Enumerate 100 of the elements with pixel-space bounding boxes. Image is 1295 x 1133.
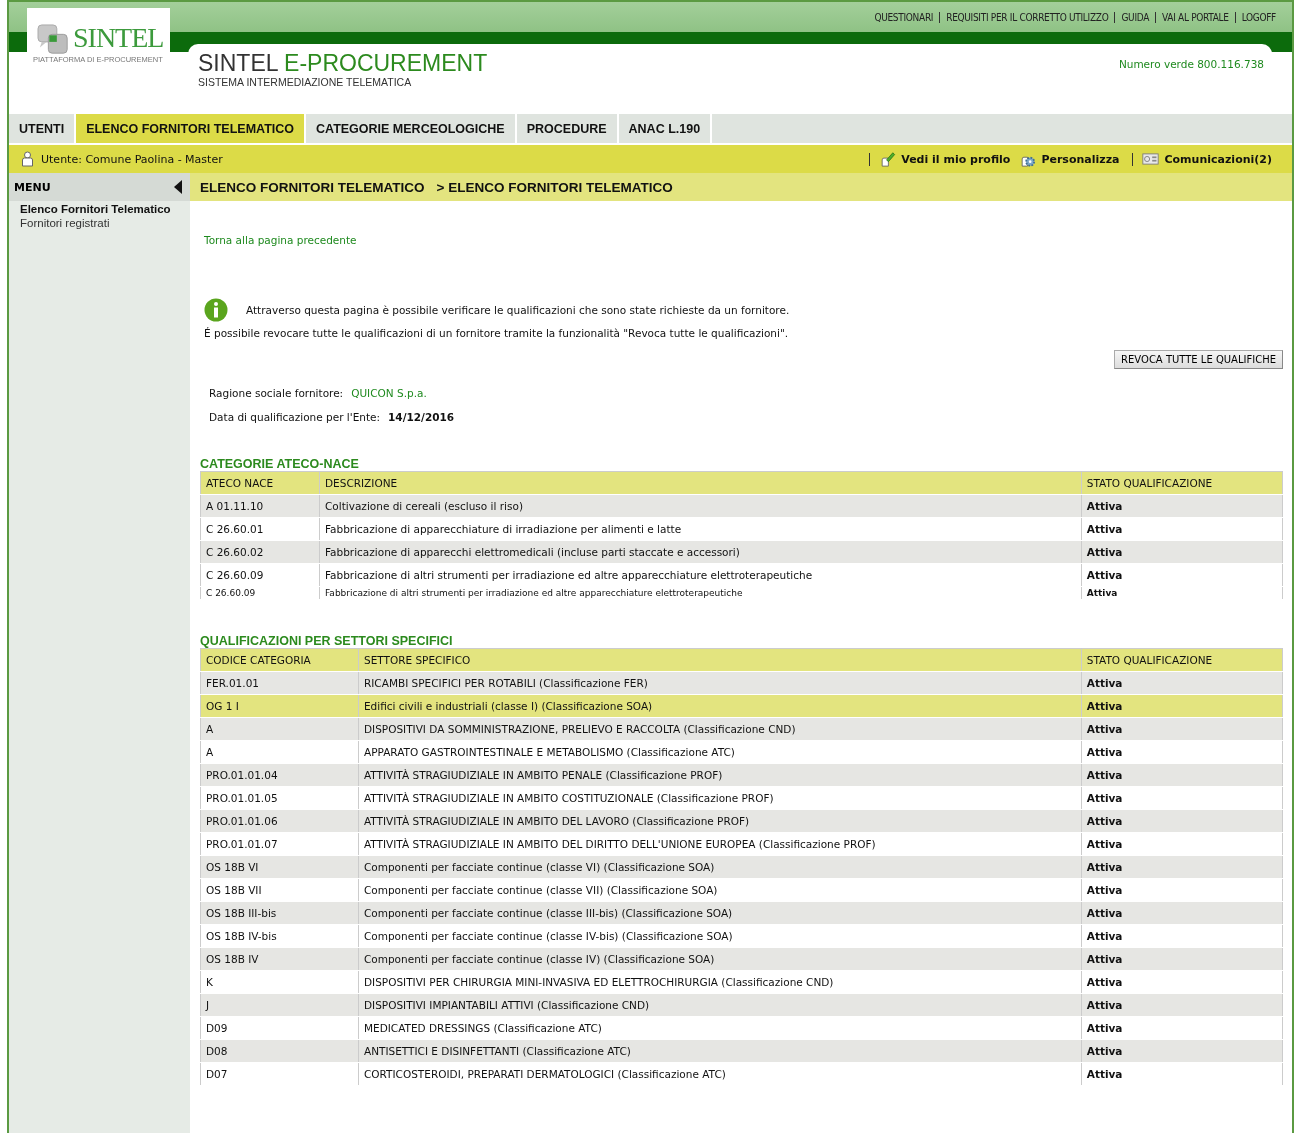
table-row[interactable]: J DISPOSITIVI IMPIANTABILI ATTIVI (Classificazione CND) Attiva	[200, 993, 1283, 1017]
top-link[interactable]: LOGOFF	[1241, 11, 1276, 23]
table-cell: Fabbricazione di altri strumenti per irradiazione ed altre apparecchiature elettroterapeutiche	[319, 563, 1082, 587]
table-cell: Componenti per facciate continue (classe IV) (Classificazione SOA)	[358, 947, 1082, 971]
section-title: QUALIFICAZIONI PER SETTORI SPECIFICI	[200, 634, 454, 648]
table-row[interactable]: PRO.01.01.07 ATTIVITÀ STRAGIUDIZIALE IN AMBITO DEL DIRITTO DELL'UNIONE EUROPEA (Classificazione PROF) Attiva	[200, 832, 1283, 856]
table-cell: C 26.60.02	[200, 540, 320, 564]
table-row[interactable]: OS 18B III-bis Componenti per facciate continue (classe III-bis) (Classificazione SOA) Attiva	[200, 901, 1283, 925]
info-text: Attraverso questa pagina è possibile verificare le qualificazioni che sono state richieste da un fornitore.	[246, 304, 790, 316]
table-cell: CORTICOSTEROIDI, PREPARATI DERMATOLOGICI (Classificazione ATC)	[358, 1062, 1082, 1086]
table-row[interactable]: OS 18B VI Componenti per facciate continue (classe VI) (Classificazione SOA) Attiva	[200, 855, 1283, 879]
revoke-button[interactable]: REVOCA TUTTE LE QUALIFICHE	[1114, 350, 1283, 369]
supplier-name: QUICON S.p.a.	[351, 387, 427, 399]
table-cell: Attiva	[1081, 517, 1283, 541]
table-cell: DISPOSITIVI PER CHIRURGIA MINI-INVASIVA ED ELETTROCHIRURGIA (Classificazione CND)	[358, 970, 1082, 994]
clipped-row-text: C 26.60.09	[206, 587, 257, 599]
table-row[interactable]: OS 18B IV Componenti per facciate continue (classe IV) (Classificazione SOA) Attiva	[200, 947, 1283, 971]
table-cell: OS 18B III-bis	[200, 901, 359, 925]
table-cell: Attiva	[1081, 970, 1283, 994]
table-cell: Componenti per facciate continue (classe VI) (Classificazione SOA)	[358, 855, 1082, 879]
table-cell: Attiva	[1081, 740, 1283, 764]
table-cell: Attiva	[1081, 563, 1283, 587]
table-cell: MEDICATED DRESSINGS (Classificazione ATC)	[358, 1016, 1082, 1040]
table-cell: Attiva	[1081, 924, 1283, 948]
table-row[interactable]: A APPARATO GASTROINTESTINALE E METABOLISMO (Classificazione ATC) Attiva	[200, 740, 1283, 764]
table-cell: Componenti per facciate continue (classe VII) (Classificazione SOA)	[358, 878, 1082, 902]
back-link[interactable]: Torna alla pagina precedente	[204, 234, 357, 246]
table-cell: Attiva	[1081, 494, 1283, 518]
table-cell: DISPOSITIVI IMPIANTABILI ATTIVI (Classificazione CND)	[358, 993, 1082, 1017]
column-header: STATO QUALIFICAZIONE	[1081, 648, 1283, 672]
top-link[interactable]: REQUISITI PER IL CORRETTO UTILIZZO	[946, 11, 1109, 23]
table-cell: Attiva	[1081, 717, 1283, 741]
table-cell: Componenti per facciate continue (classe IV-bis) (Classificazione SOA)	[358, 924, 1082, 948]
table-cell: OG 1 I	[200, 694, 359, 718]
table-cell: OS 18B IV	[200, 947, 359, 971]
table-cell: Attiva	[1081, 786, 1283, 810]
top-link[interactable]: QUESTIONARI	[874, 11, 934, 23]
table-row[interactable]: D08 ANTISETTICI E DISINFETTANTI (Classificazione ATC) Attiva	[200, 1039, 1283, 1063]
table-cell: Attiva	[1081, 763, 1283, 787]
table-cell: Attiva	[1081, 694, 1283, 718]
table-row[interactable]: OG 1 I Edifici civili e industriali (classe I) (Classificazione SOA) Attiva	[200, 694, 1283, 718]
table-cell: Attiva	[1081, 1062, 1283, 1086]
table-cell: C 26.60.01	[200, 517, 320, 541]
table-row[interactable]: K DISPOSITIVI PER CHIRURGIA MINI-INVASIVA ED ELETTROCHIRURGIA (Classificazione CND) Attiva	[200, 970, 1283, 994]
table-row[interactable]: OS 18B VII Componenti per facciate continue (classe VII) (Classificazione SOA) Attiva	[200, 878, 1283, 902]
profile-edit-icon	[879, 151, 897, 167]
table-cell: PRO.01.01.07	[200, 832, 359, 856]
nav-tab[interactable]: ELENCO FORNITORI TELEMATICO	[76, 114, 306, 143]
table-row[interactable]: PRO.01.01.04 ATTIVITÀ STRAGIUDIZIALE IN AMBITO PENALE (Classificazione PROF) Attiva	[200, 763, 1283, 787]
table-cell: Attiva	[1081, 1039, 1283, 1063]
table-row[interactable]: D07 CORTICOSTEROIDI, PREPARATI DERMATOLOGICI (Classificazione ATC) Attiva	[200, 1062, 1283, 1086]
table-cell: Attiva	[1081, 1016, 1283, 1040]
table-cell: OS 18B VI	[200, 855, 359, 879]
table-cell: A	[200, 717, 359, 741]
column-header: DESCRIZIONE	[319, 471, 1082, 495]
table-row[interactable]: OS 18B IV-bis Componenti per facciate continue (classe IV-bis) (Classificazione SOA) Attiva	[200, 924, 1283, 948]
top-link[interactable]: GUIDA	[1121, 11, 1150, 23]
table-cell: A 01.11.10	[200, 494, 320, 518]
table-row[interactable]: PRO.01.01.06 ATTIVITÀ STRAGIUDIZIALE IN AMBITO DEL LAVORO (Classificazione PROF) Attiva	[200, 809, 1283, 833]
customize-link[interactable]: Personalizza	[1041, 152, 1120, 166]
top-link[interactable]: VAI AL PORTALE	[1162, 11, 1229, 23]
column-header: ATECO NACE	[200, 471, 320, 495]
user-label: Utente: Comune Paolina - Master	[41, 152, 223, 166]
column-header: STATO QUALIFICAZIONE	[1081, 471, 1283, 495]
menu-title: MENU	[14, 180, 51, 194]
logo-name: SINTEL	[73, 24, 164, 52]
column-header: SETTORE SPECIFICO	[358, 648, 1082, 672]
messages-link[interactable]: Comunicazioni(2)	[1164, 152, 1272, 166]
sidebar-item[interactable]: Elenco Fornitori Telematico	[9, 202, 190, 216]
table-row[interactable]: D09 MEDICATED DRESSINGS (Classificazione ATC) Attiva	[200, 1016, 1283, 1040]
section-title: CATEGORIE ATECO-NACE	[200, 457, 360, 471]
table-cell: FER.01.01	[200, 671, 359, 695]
table-row[interactable]: A DISPOSITIVI DA SOMMINISTRAZIONE, PRELIEVO E RACCOLTA (Classificazione CND) Attiva	[200, 717, 1283, 741]
table-cell: Componenti per facciate continue (classe III-bis) (Classificazione SOA)	[358, 901, 1082, 925]
breadcrumb-item: ELENCO FORNITORI TELEMATICO	[200, 179, 425, 195]
speech-bubbles-icon	[37, 24, 71, 56]
envelope-icon	[1142, 151, 1160, 167]
table-row[interactable]: PRO.01.01.05 ATTIVITÀ STRAGIUDIZIALE IN AMBITO COSTITUZIONALE (Classificazione PROF) Attiva	[200, 786, 1283, 810]
table-cell: D09	[200, 1016, 359, 1040]
collapse-icon[interactable]	[174, 180, 182, 194]
table-cell: DISPOSITIVI DA SOMMINISTRAZIONE, PRELIEVO E RACCOLTA (Classificazione CND)	[358, 717, 1082, 741]
table-cell: Attiva	[1081, 540, 1283, 564]
table-cell: Attiva	[1081, 878, 1283, 902]
table-cell: Attiva	[1081, 671, 1283, 695]
table-cell: ATTIVITÀ STRAGIUDIZIALE IN AMBITO PENALE (Classificazione PROF)	[358, 763, 1082, 787]
sidebar-item[interactable]: Fornitori registrati	[9, 216, 190, 230]
profile-link[interactable]: Vedi il mio profilo	[901, 152, 1011, 166]
breadcrumb-item: > ELENCO FORNITORI TELEMATICO	[436, 179, 673, 195]
hotline-text: Numero verde 800.116.738	[1118, 58, 1264, 70]
table-cell: PRO.01.01.06	[200, 809, 359, 833]
table-cell: OS 18B IV-bis	[200, 924, 359, 948]
table-cell: RICAMBI SPECIFICI PER ROTABILI (Classificazione FER)	[358, 671, 1082, 695]
table-cell: PRO.01.01.05	[200, 786, 359, 810]
user-icon	[19, 151, 36, 167]
clipped-row-text: Fabbricazione di altri strumenti per irradiazione ed altre apparecchiature elettroterapeutiche	[325, 587, 744, 599]
table-row[interactable]: FER.01.01 RICAMBI SPECIFICI PER ROTABILI (Classificazione FER) Attiva	[200, 671, 1283, 695]
table-cell: Attiva	[1081, 855, 1283, 879]
table-cell: Fabbricazione di apparecchi elettromedicali (incluse parti staccate e accessori)	[319, 540, 1082, 564]
table-cell: D07	[200, 1062, 359, 1086]
field-label: Data di qualificazione per l'Ente:	[209, 411, 381, 423]
